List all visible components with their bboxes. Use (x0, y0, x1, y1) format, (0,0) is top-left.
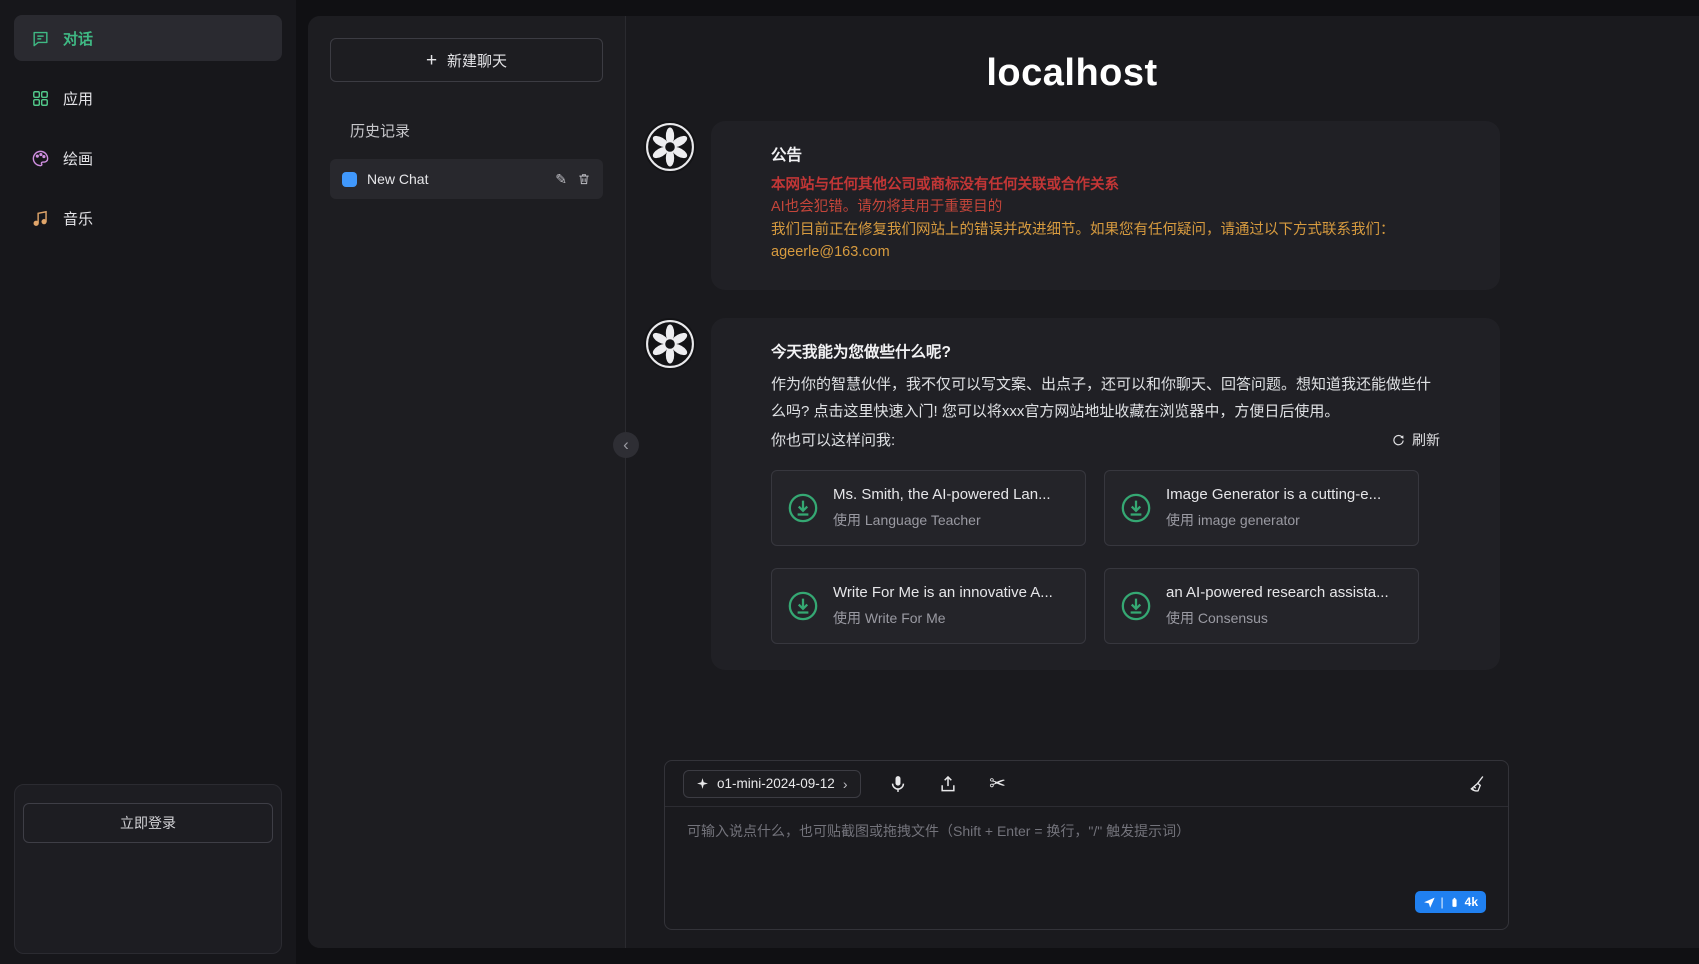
announcement-line: AI也会犯错。请勿将其用于重要目的 (771, 196, 1440, 218)
upload-button[interactable] (935, 771, 961, 797)
suggestion-title: an AI-powered research assista... (1166, 584, 1389, 601)
suggestion-subtitle: 使用 Consensus (1166, 608, 1389, 628)
broom-icon (1467, 774, 1487, 794)
composer-input-area: | 4k (665, 807, 1508, 929)
refresh-button[interactable]: 刷新 (1391, 430, 1440, 450)
announcement-line: 本网站与任何其他公司或商标没有任何关联或合作关系 (771, 174, 1440, 196)
suggestion-cards: Ms. Smith, the AI-powered Lan... 使用 Lang… (771, 470, 1440, 644)
hint-row: 你也可以这样问我: 刷新 (771, 427, 1440, 454)
scissors-button[interactable]: ✂ (985, 771, 1011, 797)
suggestion-card[interactable]: Image Generator is a cutting-e... 使用 ima… (1104, 470, 1419, 546)
sidebar-item-chat[interactable]: 对话 (14, 15, 282, 61)
suggestion-card[interactable]: an AI-powered research assista... 使用 Con… (1104, 568, 1419, 644)
download-circle-icon (786, 491, 820, 525)
contact-email: ageerle@163.com (771, 241, 1440, 263)
delete-icon[interactable] (577, 172, 591, 186)
ask-hint: 你也可以这样问我: (771, 427, 895, 454)
clear-broom-button[interactable] (1464, 771, 1490, 797)
sidebar-item-drawing[interactable]: 绘画 (14, 135, 282, 181)
chevron-right-icon: › (843, 776, 848, 792)
chat-icon (30, 28, 50, 48)
sidebar-nav: 对话 应用 绘画 (14, 15, 282, 255)
sidebar-item-music[interactable]: 音乐 (14, 195, 282, 241)
sidebar-item-apps[interactable]: 应用 (14, 75, 282, 121)
chevron-left-icon: ‹ (623, 436, 629, 453)
new-chat-button[interactable]: + 新建聊天 (330, 38, 603, 82)
model-selector[interactable]: o1-mini-2024-09-12 › (683, 770, 861, 798)
sidebar-item-label: 音乐 (63, 208, 93, 229)
suggestion-subtitle: 使用 Write For Me (833, 608, 1053, 628)
sparkle-icon (696, 777, 709, 790)
collapse-panel-button[interactable]: ‹ (613, 432, 639, 458)
page-title: localhost (644, 52, 1500, 95)
suggestion-title: Image Generator is a cutting-e... (1166, 486, 1381, 503)
suggestion-card[interactable]: Write For Me is an innovative A... 使用 Wr… (771, 568, 1086, 644)
chat-item-title: New Chat (367, 171, 545, 187)
announcement-bubble: 公告 本网站与任何其他公司或商标没有任何关联或合作关系 AI也会犯错。请勿将其用… (711, 121, 1500, 290)
history-item[interactable]: New Chat ✎ (330, 159, 603, 199)
sidebar-item-label: 对话 (63, 28, 93, 49)
upload-icon (938, 774, 958, 794)
chat-item-icon (342, 172, 357, 187)
openai-logo-icon (645, 122, 695, 172)
download-circle-icon (1119, 491, 1153, 525)
suggestion-card[interactable]: Ms. Smith, the AI-powered Lan... 使用 Lang… (771, 470, 1086, 546)
app-root: 对话 应用 绘画 (0, 0, 1699, 964)
message-welcome: 今天我能为您做些什么呢? 作为你的智慧伙伴，我不仅可以写文案、出点子，还可以和你… (644, 318, 1500, 670)
assistant-avatar (644, 318, 696, 370)
composer-toolbar: o1-mini-2024-09-12 › (665, 761, 1508, 807)
music-icon (30, 208, 50, 228)
model-label: o1-mini-2024-09-12 (717, 776, 835, 791)
suggestion-title: Write For Me is an innovative A... (833, 584, 1053, 601)
send-icon (1423, 896, 1436, 909)
welcome-bubble: 今天我能为您做些什么呢? 作为你的智慧伙伴，我不仅可以写文案、出点子，还可以和你… (711, 318, 1500, 670)
suggestion-subtitle: 使用 image generator (1166, 510, 1381, 530)
welcome-body: 作为你的智慧伙伴，我不仅可以写文案、出点子，还可以和你聊天、回答问题。想知道我还… (771, 371, 1440, 425)
chat-list-panel: + 新建聊天 历史记录 New Chat ✎ (308, 16, 626, 948)
openai-logo-icon (645, 319, 695, 369)
scissors-icon: ✂ (989, 771, 1006, 796)
welcome-title: 今天我能为您做些什么呢? (771, 340, 1440, 362)
suggestion-subtitle: 使用 Language Teacher (833, 510, 1051, 530)
refresh-icon (1391, 433, 1406, 448)
download-circle-icon (786, 589, 820, 623)
composer: o1-mini-2024-09-12 › (664, 760, 1509, 930)
badge-separator: | (1441, 895, 1444, 909)
sidebar-item-label: 应用 (63, 88, 93, 109)
apps-icon (30, 88, 50, 108)
send-token-badge[interactable]: | 4k (1415, 891, 1486, 913)
edit-icon[interactable]: ✎ (555, 171, 567, 188)
sidebar: 对话 应用 绘画 (0, 0, 296, 964)
token-count: 4k (1465, 895, 1478, 909)
announcement-title: 公告 (771, 143, 1440, 165)
download-circle-icon (1119, 589, 1153, 623)
microphone-button[interactable] (885, 771, 911, 797)
announcement-line: 我们目前正在修复我们网站上的错误并改进细节。如果您有任何疑问，请通过以下方式联系… (771, 219, 1440, 241)
chat-main: localhost (626, 16, 1699, 948)
plus-icon: + (426, 51, 437, 70)
login-button[interactable]: 立即登录 (23, 803, 273, 843)
microphone-icon (888, 774, 908, 794)
suggestion-title: Ms. Smith, the AI-powered Lan... (833, 486, 1051, 503)
sidebar-item-label: 绘画 (63, 148, 93, 169)
message-announcement: 公告 本网站与任何其他公司或商标没有任何关联或合作关系 AI也会犯错。请勿将其用… (644, 121, 1500, 290)
login-box: 立即登录 (14, 784, 282, 954)
workspace: + 新建聊天 历史记录 New Chat ✎ ‹ localhost (308, 16, 1699, 948)
refresh-label: 刷新 (1412, 430, 1440, 450)
message-input[interactable] (687, 821, 1486, 887)
battery-icon (1449, 897, 1460, 908)
assistant-avatar (644, 121, 696, 173)
palette-icon (30, 148, 50, 168)
history-title: 历史记录 (350, 120, 603, 141)
new-chat-label: 新建聊天 (447, 50, 507, 71)
